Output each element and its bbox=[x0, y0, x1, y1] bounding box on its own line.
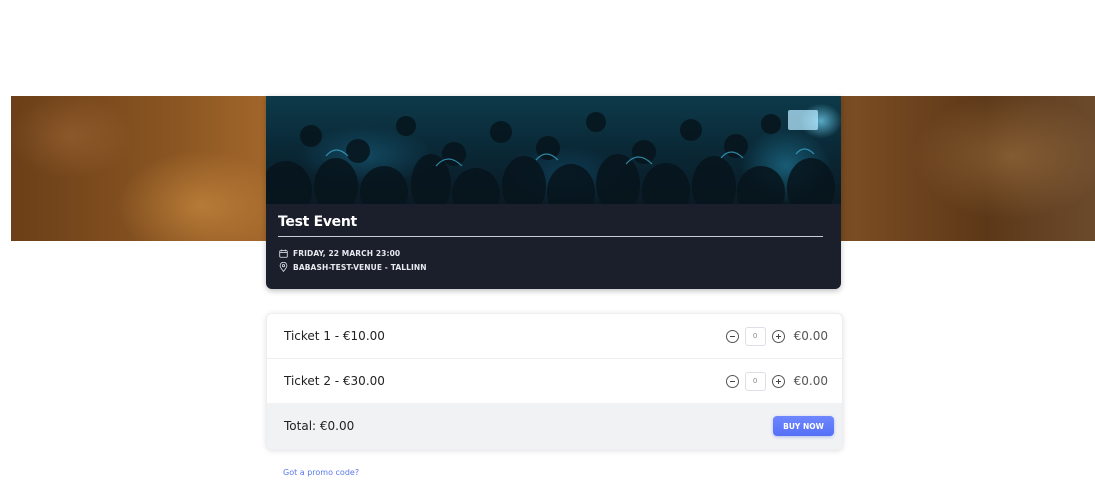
total-row: Total: €0.00 BUY NOW bbox=[267, 403, 842, 449]
ticket-selector: Ticket 1 - €10.00 0 €0.00 Ticket 2 - €30… bbox=[266, 313, 843, 450]
total-label: Total: €0.00 bbox=[284, 419, 355, 433]
event-venue-row: BABASH-TEST-VENUE - TALLINN bbox=[278, 260, 823, 274]
event-date: FRIDAY, 22 MARCH 23:00 bbox=[293, 248, 401, 258]
ticket-row: Ticket 2 - €30.00 0 €0.00 bbox=[267, 359, 842, 404]
event-image bbox=[266, 96, 841, 204]
map-pin-icon bbox=[278, 262, 288, 272]
divider bbox=[278, 236, 823, 237]
event-info: Test Event FRIDAY, 22 MARCH 23:00 BABASH… bbox=[278, 204, 823, 274]
ticket-row: Ticket 1 - €10.00 0 €0.00 bbox=[267, 314, 842, 359]
plus-circle-icon[interactable] bbox=[771, 374, 785, 388]
minus-circle-icon[interactable] bbox=[725, 374, 739, 388]
promo-code-link[interactable]: Got a promo code? bbox=[283, 468, 359, 477]
ticket-name: Ticket 2 - €30.00 bbox=[284, 374, 385, 388]
ticket-subtotal: €0.00 bbox=[793, 374, 828, 388]
quantity-input[interactable]: 0 bbox=[744, 326, 766, 346]
event-date-row: FRIDAY, 22 MARCH 23:00 bbox=[278, 246, 823, 260]
event-venue: BABASH-TEST-VENUE - TALLINN bbox=[293, 262, 427, 272]
ticket-subtotal: €0.00 bbox=[793, 329, 828, 343]
quantity-stepper: 0 €0.00 bbox=[725, 326, 828, 346]
quantity-stepper: 0 €0.00 bbox=[725, 371, 828, 391]
quantity-input[interactable]: 0 bbox=[744, 371, 766, 391]
event-title: Test Event bbox=[278, 214, 357, 230]
calendar-icon bbox=[278, 248, 288, 258]
event-card: Test Event FRIDAY, 22 MARCH 23:00 BABASH… bbox=[266, 96, 841, 289]
minus-circle-icon[interactable] bbox=[725, 329, 739, 343]
ticket-name: Ticket 1 - €10.00 bbox=[284, 329, 385, 343]
plus-circle-icon[interactable] bbox=[771, 329, 785, 343]
buy-now-button[interactable]: BUY NOW bbox=[773, 416, 834, 436]
